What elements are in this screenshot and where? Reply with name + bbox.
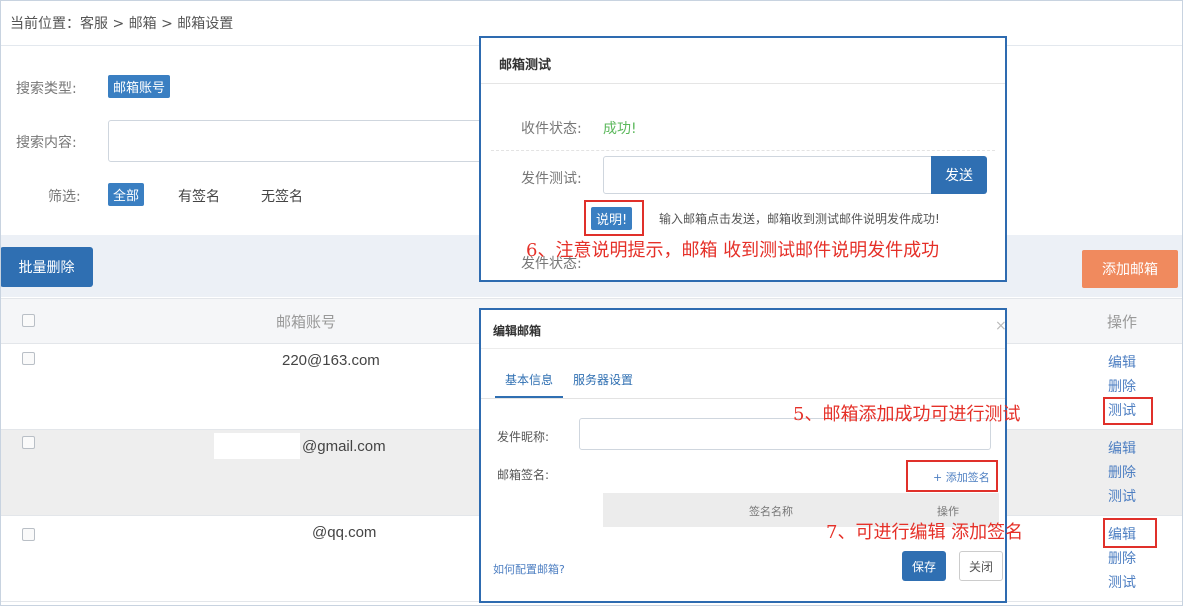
receive-status-label: 收件状态: <box>521 121 582 137</box>
close-icon[interactable]: × <box>995 318 1007 334</box>
add-email-button[interactable]: 添加邮箱 <box>1082 250 1178 288</box>
sig-col-action: 操作 <box>937 505 959 518</box>
row-checkbox[interactable] <box>22 528 35 541</box>
how-to-configure-link[interactable]: 如何配置邮箱? <box>493 561 565 577</box>
edit-email-modal: 编辑邮箱 × 基本信息 服务器设置 发件昵称: 邮箱签名: + 添加签名 签名名… <box>479 308 1007 603</box>
annotation-box-edit <box>1103 518 1157 548</box>
row-checkbox[interactable] <box>22 436 35 449</box>
col-account: 邮箱账号 <box>276 313 337 331</box>
modal-title: 编辑邮箱 <box>493 324 542 338</box>
help-text: 输入邮箱点击发送，邮箱收到测试邮件说明发件成功! <box>659 212 940 226</box>
annotation-step-6: 6、注意说明提示，邮箱 收到测试邮件说明发件成功 <box>526 240 940 261</box>
filter-label: 筛选: <box>48 189 81 205</box>
batch-delete-button[interactable]: 批量删除 <box>0 247 93 287</box>
nickname-label: 发件昵称: <box>497 430 550 444</box>
modal-title: 邮箱测试 <box>499 58 552 73</box>
search-content-label: 搜索内容: <box>16 135 77 151</box>
divider <box>481 348 1005 349</box>
row-email: 220@163.com <box>282 352 380 369</box>
search-type-label: 搜索类型: <box>16 81 77 97</box>
sig-col-name: 签名名称 <box>749 505 793 518</box>
filter-all[interactable]: 全部 <box>108 183 145 206</box>
tab-divider <box>481 398 1005 399</box>
tab-server-settings[interactable]: 服务器设置 <box>573 371 633 388</box>
annotation-step-7: 7、可进行编辑 添加签名 <box>826 522 1024 543</box>
row-delete-link[interactable]: 删除 <box>1108 462 1136 482</box>
row-email: @gmail.com <box>302 438 386 455</box>
tab-basic-info[interactable]: 基本信息 <box>505 371 553 388</box>
help-badge: 说明! <box>591 207 633 230</box>
send-test-label: 发件测试: <box>521 171 582 187</box>
row-delete-link[interactable]: 删除 <box>1108 548 1136 568</box>
modal-header <box>481 38 1005 84</box>
save-button[interactable]: 保存 <box>902 551 946 581</box>
row-email: @qq.com <box>312 524 377 541</box>
divider <box>491 150 995 151</box>
search-type-tag[interactable]: 邮箱账号 <box>108 75 171 98</box>
add-signature-link[interactable]: + 添加签名 <box>933 469 990 485</box>
row-edit-link[interactable]: 编辑 <box>1108 352 1136 372</box>
filter-without-signature[interactable]: 无签名 <box>261 186 303 206</box>
receive-status-value: 成功! <box>603 121 637 137</box>
close-button[interactable]: 关闭 <box>959 551 1003 581</box>
send-test-input[interactable] <box>603 156 933 194</box>
filter-with-signature[interactable]: 有签名 <box>178 186 220 206</box>
search-input[interactable] <box>108 120 488 162</box>
row-edit-link[interactable]: 编辑 <box>1108 438 1136 458</box>
row-checkbox[interactable] <box>22 352 35 365</box>
select-all-checkbox[interactable] <box>22 314 35 327</box>
row-test-link[interactable]: 测试 <box>1108 486 1136 506</box>
row-test-link[interactable]: 测试 <box>1108 572 1136 592</box>
col-actions: 操作 <box>1107 313 1138 331</box>
redaction-block <box>214 433 300 459</box>
signature-label: 邮箱签名: <box>497 468 550 482</box>
annotation-step-5: 5、邮箱添加成功可进行测试 <box>793 404 1021 425</box>
send-button[interactable]: 发送 <box>931 156 987 194</box>
row-delete-link[interactable]: 删除 <box>1108 376 1136 396</box>
annotation-box-test <box>1103 397 1153 425</box>
